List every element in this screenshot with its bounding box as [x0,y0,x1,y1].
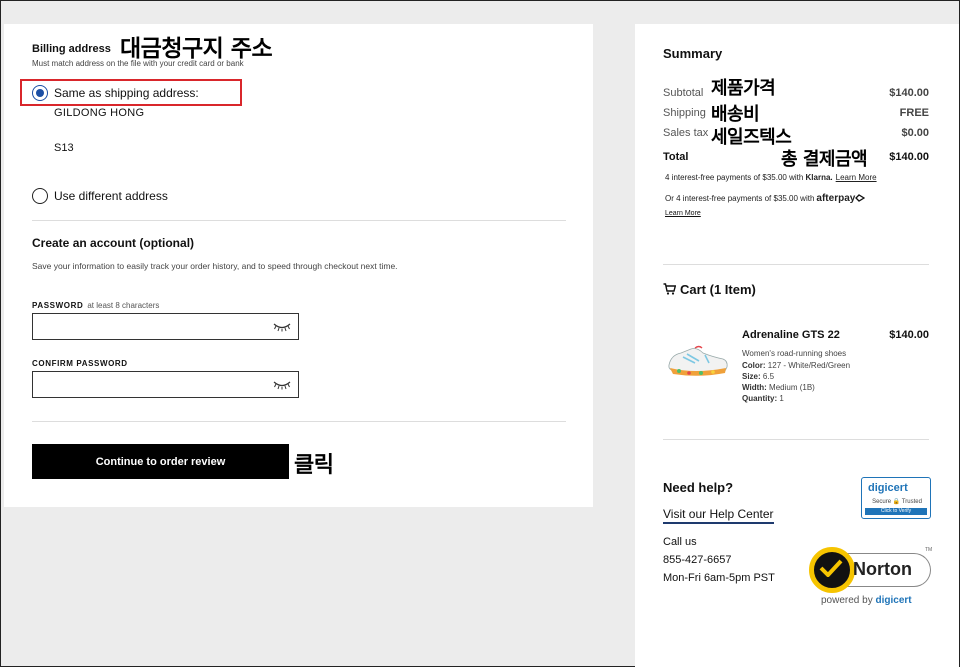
klarna-learn-more-link[interactable]: Learn More [836,173,877,182]
help-center-link[interactable]: Visit our Help Center [663,507,774,524]
create-account-description: Save your information to easily track yo… [32,261,398,271]
continue-to-order-review-button[interactable]: Continue to order review [32,444,289,479]
cart-icon [663,283,676,295]
norton-seal-badge[interactable]: Norton TM powered by digicert [807,539,933,611]
address-name: GILDONG HONG [54,107,145,119]
product-color: Color: 127 - White/Red/Green [742,361,850,370]
product-quantity-label: Quantity: [742,394,778,403]
summary-title: Summary [663,46,723,61]
total-label: Total [663,151,689,163]
shipping-label: Shipping [663,107,706,119]
different-address-label[interactable]: Use different address [54,189,168,203]
digicert-seal-badge[interactable]: digicert Secure 🔒 Trusted Click to Verif… [861,477,931,519]
confirm-password-input[interactable] [32,371,299,398]
afterpay-learn-more-link[interactable]: Learn More [665,210,701,217]
sales-tax-label: Sales tax [663,127,709,139]
norton-powered-text: powered by [821,595,873,606]
total-value: $140.00 [889,151,929,163]
product-price: $140.00 [889,329,929,341]
subtotal-value: $140.00 [889,87,929,99]
product-quantity: Quantity: 1 [742,394,784,403]
product-color-value: 127 - White/Red/Green [767,361,851,370]
product-name[interactable]: Adrenaline GTS 22 [742,329,840,341]
norton-logo-text: Norton [853,559,912,579]
product-size-value: 6.5 [762,372,775,381]
checkout-form-panel: Billing address 대금청구지 주소 Must match addr… [4,24,593,507]
norton-trademark: TM [925,547,933,553]
product-type: Women's road-running shoes [742,349,847,358]
click-annotation: 클릭 [294,453,334,478]
divider [663,439,929,440]
sales-tax-value: $0.00 [901,127,929,139]
digicert-verify-bar: Click to Verify [865,508,927,515]
cart-title: Cart (1 Item) [663,282,756,297]
divider [663,264,929,265]
shipping-row: Shipping FREE [663,107,929,119]
afterpay-arrows-icon [855,194,866,202]
confirm-password-label: CONFIRM PASSWORD [32,359,128,368]
password-input[interactable] [32,313,299,340]
address-line: S13 [54,142,74,154]
klarna-logo: Klarna. [805,173,833,182]
product-size: Size: 6.5 [742,372,774,381]
product-quantity-value: 1 [779,394,784,403]
product-size-label: Size: [742,372,761,381]
klarna-text: 4 interest-free payments of $35.00 with [665,173,804,182]
sales-tax-row: Sales tax $0.00 [663,127,929,139]
total-annotation: 총 결제금액 [781,149,868,170]
password-hint: at least 8 characters [87,301,160,310]
product-width: Width: Medium (1B) [742,383,815,392]
call-us-label: Call us [663,536,697,548]
subtotal-row: Subtotal $140.00 [663,87,929,99]
same-as-shipping-label[interactable]: Same as shipping address: [54,86,199,100]
eye-closed-icon[interactable] [273,380,291,390]
divider [32,220,566,221]
billing-annotation: 대금청구지 주소 [120,36,273,62]
need-help-title: Need help? [663,480,734,495]
subtotal-annotation: 제품가격 [711,78,776,99]
cart-title-text: Cart (1 Item) [680,282,756,297]
shipping-value: FREE [899,107,929,119]
product-width-label: Width: [742,383,767,392]
afterpay-text: Or 4 interest-free payments of $35.00 wi… [665,194,815,203]
klarna-message: 4 interest-free payments of $35.00 with … [665,173,877,182]
subtotal-label: Subtotal [663,87,704,99]
phone-number[interactable]: 855-427-6657 [663,554,732,566]
norton-powered-by: powered by digicert [821,595,912,606]
product-width-value: Medium (1B) [769,383,815,392]
support-hours: Mon-Fri 6am-5pm PST [663,572,775,584]
afterpay-logo: afterpay [816,193,856,204]
shoe-product-image[interactable] [665,337,729,379]
sales-tax-annotation: 세일즈텍스 [711,127,792,148]
product-color-label: Color: [742,361,766,370]
billing-address-title: Billing address [32,43,111,55]
password-label: PASSWORD at least 8 characters [32,301,159,310]
order-summary-panel: Summary Subtotal $140.00 Shipping FREE Sal… [635,24,959,667]
billing-address-note: Must match address on the file with your… [32,59,244,68]
norton-powered-brand: digicert [875,595,912,606]
different-address-radio[interactable] [32,188,48,204]
checkmark-icon [819,559,843,577]
same-as-shipping-radio[interactable] [32,85,48,101]
create-account-title: Create an account (optional) [32,236,195,250]
password-label-text: PASSWORD [32,301,84,310]
divider [32,421,566,422]
afterpay-message: Or 4 interest-free payments of $35.00 wi… [665,193,866,204]
digicert-secure-trusted: Secure 🔒 Trusted [872,499,922,505]
eye-closed-icon[interactable] [273,322,291,332]
digicert-logo: digicert [868,482,908,494]
